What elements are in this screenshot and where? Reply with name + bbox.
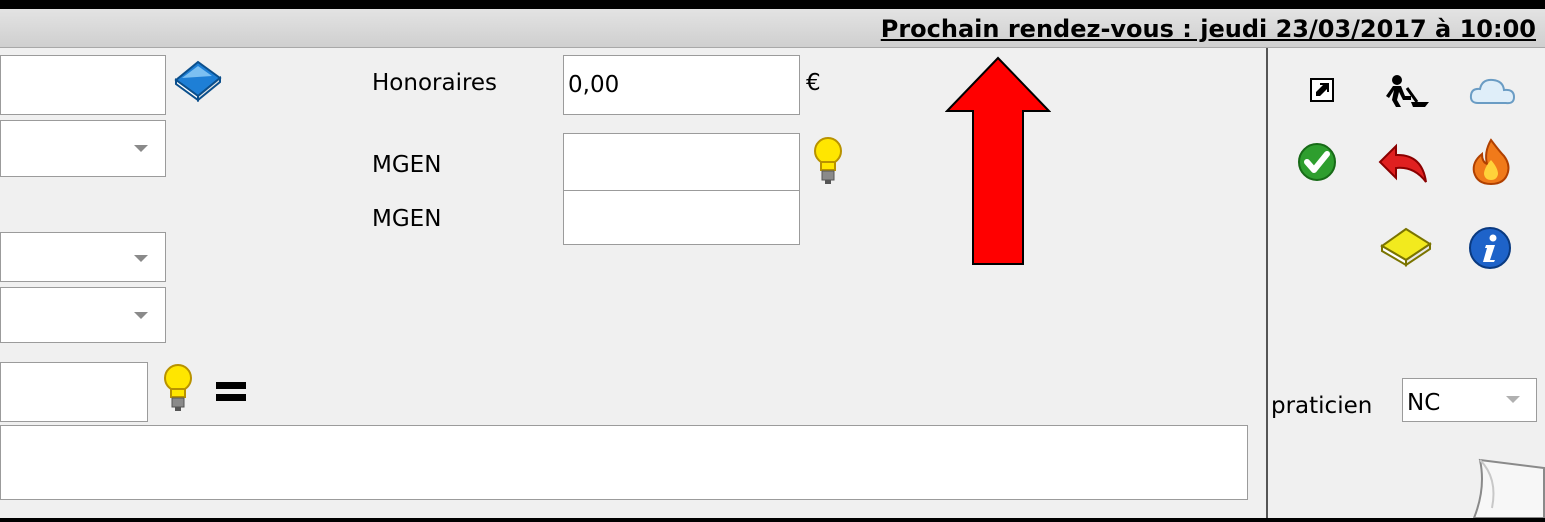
currency-symbol: € <box>806 70 821 96</box>
fire-icon[interactable] <box>1470 138 1512 186</box>
mgen-label-1: MGEN <box>372 152 442 178</box>
honoraires-label: Honoraires <box>372 70 498 96</box>
text-field-1[interactable] <box>0 55 166 115</box>
combo-box-2[interactable] <box>0 232 166 282</box>
mgen-label-2: MGEN <box>372 206 442 232</box>
praticien-select[interactable]: NC <box>1402 378 1537 422</box>
next-appointment-link[interactable]: Prochain rendez-vous : jeudi 23/03/2017 … <box>0 9 1536 48</box>
mgen-field-1[interactable] <box>563 133 800 191</box>
panel-divider <box>1266 48 1268 518</box>
chevron-down-icon <box>134 312 148 319</box>
lightbulb-icon[interactable] <box>813 136 843 186</box>
equals-icon[interactable] <box>216 382 246 402</box>
lightbulb-icon[interactable] <box>163 363 193 413</box>
text-area-comment[interactable] <box>0 425 1248 500</box>
honoraires-value: 0,00 <box>568 72 620 98</box>
combo-box-3[interactable] <box>0 287 166 343</box>
person-shovel-icon[interactable] <box>1385 74 1431 108</box>
red-arrow-annotation <box>944 56 1052 266</box>
honoraires-field[interactable]: 0,00 <box>563 55 800 115</box>
book-yellow-icon[interactable] <box>1378 226 1434 268</box>
chevron-down-icon <box>134 255 148 262</box>
book-blue-icon[interactable] <box>172 58 224 103</box>
mgen-field-2[interactable] <box>563 190 800 245</box>
chevron-down-icon <box>134 145 148 152</box>
praticien-value: NC <box>1407 390 1441 416</box>
praticien-label: praticien <box>1271 393 1373 419</box>
text-field-2[interactable] <box>0 362 148 422</box>
undo-icon[interactable] <box>1378 142 1430 186</box>
external-link-icon[interactable] <box>1310 78 1334 102</box>
check-icon[interactable] <box>1297 142 1337 182</box>
cloud-icon[interactable] <box>1468 75 1516 107</box>
chevron-down-icon <box>1506 396 1520 403</box>
paper-corner-icon[interactable] <box>1468 448 1545 519</box>
info-icon[interactable] <box>1468 226 1512 270</box>
combo-box-1[interactable] <box>0 120 166 177</box>
